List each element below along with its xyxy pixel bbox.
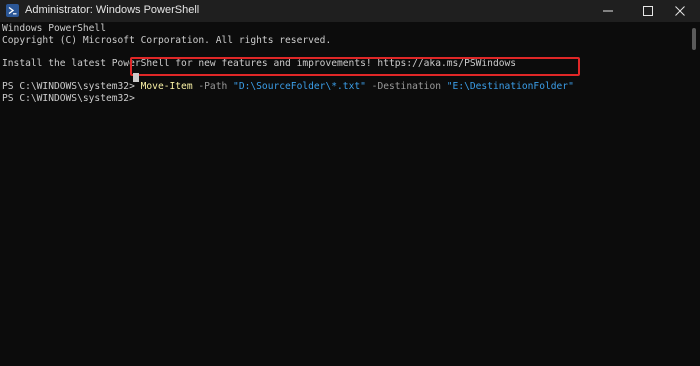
text-cursor <box>133 73 139 82</box>
window-title: Administrator: Windows PowerShell <box>25 4 200 16</box>
path-parameter: -Path <box>192 81 234 92</box>
install-message: Install the latest PowerShell for new fe… <box>2 57 517 69</box>
destination-parameter: -Destination <box>365 81 447 92</box>
close-button[interactable] <box>660 0 700 22</box>
close-icon <box>675 6 685 16</box>
vertical-scrollbar[interactable] <box>689 22 700 366</box>
command-prompt: PS C:\WINDOWS\system32> <box>2 81 141 92</box>
destination-value: "E:\DestinationFolder" <box>446 81 574 92</box>
minimize-button[interactable] <box>588 0 628 22</box>
path-value: "D:\SourceFolder\*.txt" <box>233 81 366 92</box>
banner-copyright: Copyright (C) Microsoft Corporation. All… <box>2 34 332 46</box>
console-output[interactable]: Windows PowerShell Copyright (C) Microso… <box>0 22 690 366</box>
banner-title: Windows PowerShell <box>2 23 106 34</box>
cmdlet-name: Move-Item <box>140 81 193 92</box>
powershell-icon <box>6 4 19 17</box>
current-prompt: PS C:\WINDOWS\system32> <box>2 92 135 104</box>
command-line: PS C:\WINDOWS\system32> Move-Item -Path … <box>2 81 574 93</box>
title-bar[interactable]: Administrator: Windows PowerShell <box>0 0 700 22</box>
minimize-icon <box>603 10 613 12</box>
scrollbar-thumb[interactable] <box>692 28 696 50</box>
powershell-window: Administrator: Windows PowerShell Window… <box>0 0 700 366</box>
maximize-icon <box>643 6 653 16</box>
